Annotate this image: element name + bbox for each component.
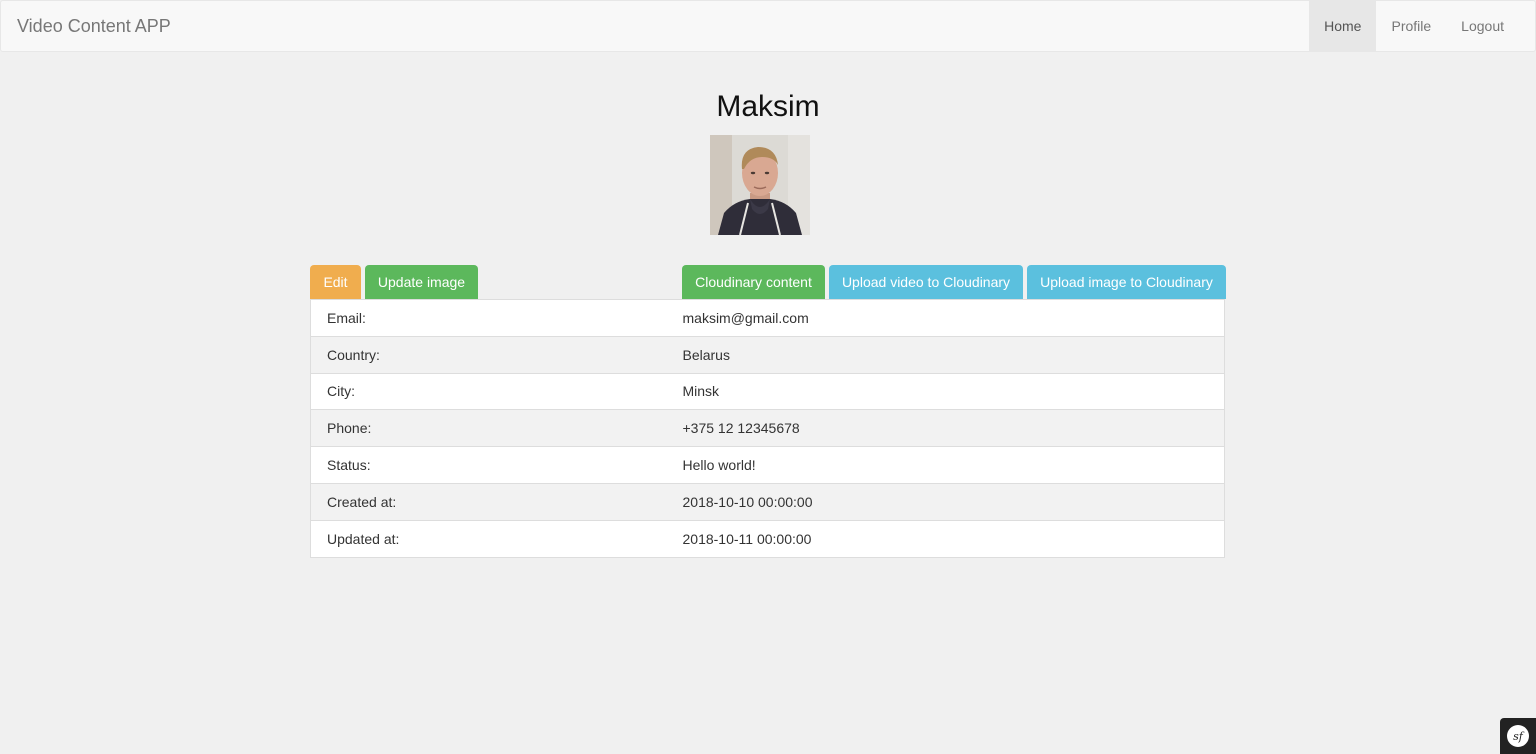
table-row: Status: Hello world! [310,446,1225,484]
profile-details-table: Email: maksim@gmail.com Country: Belarus… [310,299,1225,558]
country-value: Belarus [666,335,1225,374]
city-label: City: [310,372,667,410]
created-at-value: 2018-10-10 00:00:00 [666,482,1225,521]
upload-video-button[interactable]: Upload video to Cloudinary [829,265,1023,299]
symfony-toolbar-toggle[interactable]: sf [1500,718,1536,754]
table-row: Created at: 2018-10-10 00:00:00 [310,482,1225,521]
updated-at-value: 2018-10-11 00:00:00 [666,519,1225,558]
nav-profile[interactable]: Profile [1376,1,1446,51]
city-value: Minsk [666,372,1225,410]
table-row: Country: Belarus [310,335,1225,374]
phone-label: Phone: [310,409,667,447]
nav-home[interactable]: Home [1309,1,1377,51]
app-brand[interactable]: Video Content APP [17,15,171,37]
avatar-photo [710,135,810,235]
top-navbar: Video Content APP Home Profile Logout [0,0,1536,52]
email-label: Email: [310,299,667,337]
created-at-label: Created at: [310,482,667,521]
cloudinary-content-button[interactable]: Cloudinary content [682,265,825,299]
table-row: Updated at: 2018-10-11 00:00:00 [310,519,1225,558]
email-value: maksim@gmail.com [666,299,1225,337]
country-label: Country: [310,335,667,374]
profile-name: Maksim [716,90,820,123]
updated-at-label: Updated at: [310,519,667,558]
upload-image-button[interactable]: Upload image to Cloudinary [1027,265,1226,299]
status-label: Status: [310,446,667,484]
profile-avatar [710,135,810,235]
nav-menu: Home Profile Logout [1309,1,1519,51]
table-row: Email: maksim@gmail.com [310,299,1225,337]
update-image-button[interactable]: Update image [365,265,478,299]
table-row: Phone: +375 12 12345678 [310,409,1225,447]
nav-logout[interactable]: Logout [1446,1,1519,51]
edit-button[interactable]: Edit [310,265,361,299]
symfony-logo-icon: sf [1507,725,1529,747]
phone-value: +375 12 12345678 [666,409,1225,447]
table-row: City: Minsk [310,372,1225,410]
status-value: Hello world! [666,446,1225,484]
